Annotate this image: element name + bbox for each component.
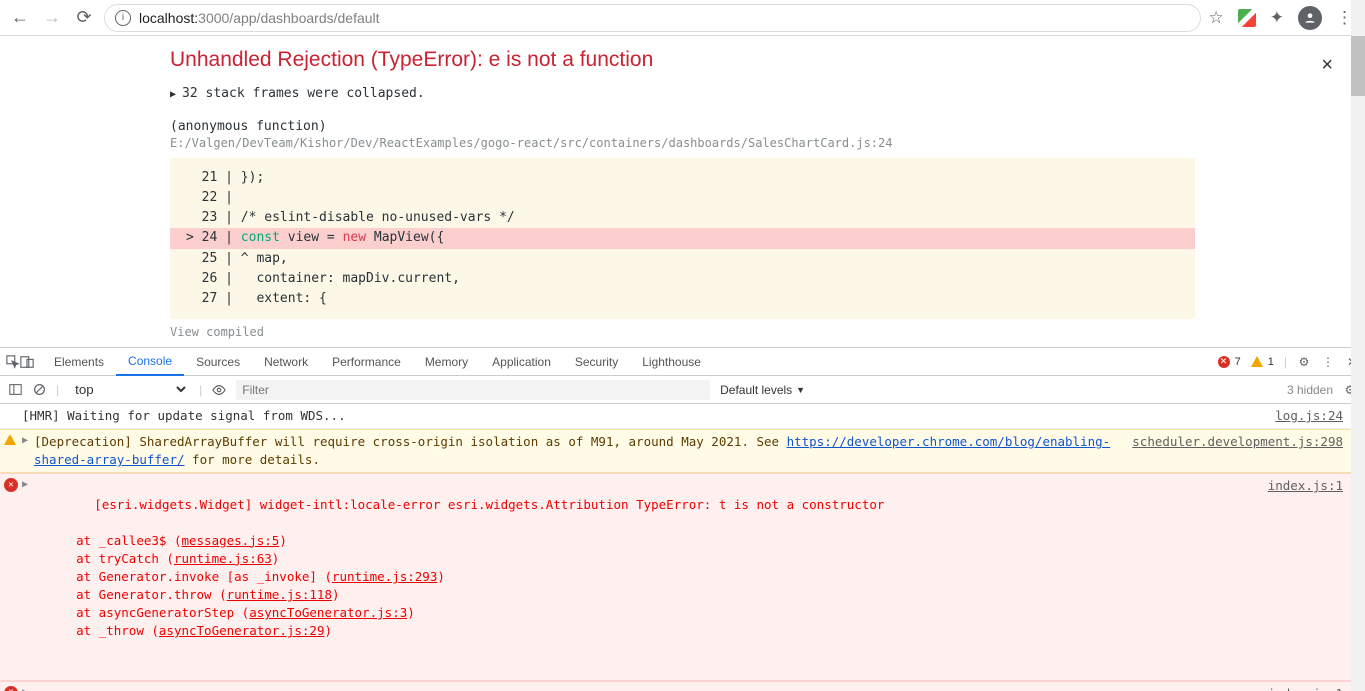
stack-frame: at _callee3$ (messages.js:5) — [34, 532, 1252, 550]
code-snippet: 21 | }); 22 | 23 | /* eslint-disable no-… — [170, 158, 1195, 319]
stack-frame: at Generator.invoke [as _invoke] (runtim… — [34, 568, 1252, 586]
tab-application[interactable]: Application — [480, 348, 563, 376]
log-entry-error: ✕ ▶ [esri.widgets.Widget] widget-intl:lo… — [0, 681, 1365, 691]
stack-source-link[interactable]: runtime.js:293 — [332, 569, 437, 584]
back-button[interactable]: ← — [8, 6, 32, 30]
stack-source-link[interactable]: asyncToGenerator.js:3 — [249, 605, 407, 620]
toolbar-icons: ☆ ✦ ⋮ — [1209, 6, 1358, 30]
log-source-link[interactable]: index.js:1 — [1252, 685, 1343, 691]
hidden-messages-count[interactable]: 3 hidden — [1287, 383, 1333, 397]
tab-network[interactable]: Network — [252, 348, 320, 376]
tab-security[interactable]: Security — [563, 348, 630, 376]
console-output: [HMR] Waiting for update signal from WDS… — [0, 404, 1365, 691]
tab-console[interactable]: Console — [116, 348, 184, 376]
tab-elements[interactable]: Elements — [42, 348, 116, 376]
expand-toggle-icon[interactable]: ▶ — [22, 686, 28, 691]
stack-source-link[interactable]: asyncToGenerator.js:29 — [159, 623, 325, 638]
log-message: [esri.widgets.Widget] widget-intl:locale… — [22, 477, 1252, 676]
log-entry-error: ✕ ▶ [esri.widgets.Widget] widget-intl:lo… — [0, 473, 1365, 680]
stack-frame: at _throw (asyncToGenerator.js:29) — [34, 622, 1252, 640]
warning-icon — [4, 434, 16, 445]
log-entry-info: [HMR] Waiting for update signal from WDS… — [0, 404, 1365, 429]
profile-avatar-icon[interactable] — [1298, 6, 1322, 30]
frame-function: (anonymous function) — [170, 119, 1195, 134]
devtools-panel: Elements Console Sources Network Perform… — [0, 347, 1365, 691]
code-line: 23 | /* eslint-disable no-unused-vars */ — [186, 208, 1179, 228]
error-icon: ✕ — [4, 478, 18, 492]
stack-source-link[interactable]: runtime.js:118 — [227, 587, 332, 602]
stack-frame: at Generator.throw (runtime.js:118) — [34, 586, 1252, 604]
log-message: [esri.widgets.Widget] widget-intl:locale… — [22, 685, 1252, 691]
browser-toolbar: ← → ⟳ i localhost:3000/app/dashboards/de… — [0, 0, 1365, 36]
log-source-link[interactable]: index.js:1 — [1252, 477, 1343, 676]
tab-memory[interactable]: Memory — [413, 348, 480, 376]
code-line: 21 | }); — [186, 168, 1179, 188]
stack-source-link[interactable]: runtime.js:63 — [174, 551, 272, 566]
tab-performance[interactable]: Performance — [320, 348, 413, 376]
error-title: Unhandled Rejection (TypeError): e is no… — [170, 48, 1195, 72]
expand-toggle-icon[interactable]: ▶ — [22, 478, 28, 493]
inspect-element-icon[interactable] — [6, 355, 20, 369]
window-scrollbar[interactable] — [1351, 0, 1365, 691]
log-source-link[interactable]: log.js:24 — [1259, 407, 1343, 425]
console-filter-input[interactable] — [236, 380, 710, 400]
code-line: 27 | extent: { — [186, 289, 1179, 309]
window-scrollbar-thumb[interactable] — [1351, 36, 1365, 96]
console-toolbar: | top | Default levels ▼ 3 hidden ⚙ — [0, 376, 1365, 404]
code-line: 22 | — [186, 188, 1179, 208]
stack-source-link[interactable]: messages.js:5 — [181, 533, 279, 548]
devtools-tabs: Elements Console Sources Network Perform… — [0, 348, 1365, 376]
extensions-puzzle-icon[interactable]: ✦ — [1270, 8, 1284, 28]
log-levels-select[interactable]: Default levels ▼ — [720, 383, 805, 397]
page-viewport: × Unhandled Rejection (TypeError): e is … — [0, 36, 1365, 347]
reload-button[interactable]: ⟳ — [72, 6, 96, 30]
expand-toggle-icon[interactable]: ▶ — [22, 434, 28, 449]
bookmark-star-icon[interactable]: ☆ — [1209, 8, 1224, 28]
devtools-settings-icon[interactable]: ⚙ — [1297, 355, 1311, 369]
collapsed-frames-top[interactable]: 32 stack frames were collapsed. — [170, 86, 1195, 101]
console-sidebar-toggle-icon[interactable] — [8, 383, 22, 397]
view-compiled-link[interactable]: View compiled — [170, 325, 1195, 339]
log-message: [HMR] Waiting for update signal from WDS… — [22, 407, 1259, 425]
address-bar[interactable]: i localhost:3000/app/dashboards/default — [104, 4, 1201, 32]
forward-button[interactable]: → — [40, 6, 64, 30]
code-line: 25 | ^ map, — [186, 249, 1179, 269]
site-info-icon[interactable]: i — [115, 10, 131, 26]
tab-lighthouse[interactable]: Lighthouse — [630, 348, 713, 376]
error-count-badge[interactable]: ✕ 7 — [1218, 356, 1241, 368]
device-toolbar-icon[interactable] — [20, 355, 34, 369]
url-text: localhost:3000/app/dashboards/default — [139, 10, 380, 26]
log-source-link[interactable]: scheduler.development.js:298 — [1116, 433, 1343, 469]
extension-icon[interactable] — [1238, 9, 1256, 27]
live-expression-icon[interactable] — [212, 383, 226, 397]
execution-context-select[interactable]: top — [69, 379, 189, 400]
frame-file: E:/Valgen/DevTeam/Kishor/Dev/ReactExampl… — [170, 136, 1195, 150]
code-line: 26 | container: mapDiv.current, — [186, 269, 1179, 289]
log-message: [Deprecation] SharedArrayBuffer will req… — [22, 433, 1116, 469]
stack-frame: at asyncGeneratorStep (asyncToGenerator.… — [34, 604, 1252, 622]
devtools-menu-icon[interactable]: ⋮ — [1321, 355, 1335, 369]
clear-console-icon[interactable] — [32, 383, 46, 397]
tab-sources[interactable]: Sources — [184, 348, 252, 376]
error-icon: ✕ — [4, 686, 18, 691]
close-overlay-button[interactable]: × — [1321, 54, 1333, 77]
warning-count-badge[interactable]: 1 — [1251, 356, 1274, 368]
log-entry-warning: ▶ [Deprecation] SharedArrayBuffer will r… — [0, 429, 1365, 473]
stack-frame: at tryCatch (runtime.js:63) — [34, 550, 1252, 568]
code-line-highlight: > 24 | const view = new MapView({ — [170, 228, 1195, 248]
error-overlay: × Unhandled Rejection (TypeError): e is … — [0, 36, 1365, 347]
